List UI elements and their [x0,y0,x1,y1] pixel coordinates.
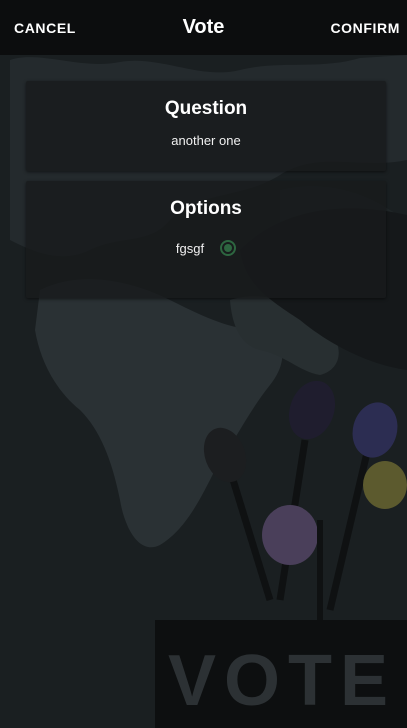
option-radio-button[interactable] [220,240,237,256]
svg-text:VOTE: VOTE [168,641,396,721]
option-label: fgsgf [175,240,205,256]
question-card: Question another one [26,81,386,171]
radio-selected-dot-icon [224,244,233,252]
cancel-button[interactable]: CANCEL [14,20,76,36]
top-app-bar: CANCEL Vote CONFIRM [0,0,407,55]
question-heading: Question [164,98,248,119]
option-item[interactable]: fgsgf [26,240,386,256]
options-card: Options fgsgf [26,181,386,298]
question-text: another one [171,133,241,148]
options-heading: Options [170,198,242,219]
confirm-button[interactable]: CONFIRM [330,20,400,36]
